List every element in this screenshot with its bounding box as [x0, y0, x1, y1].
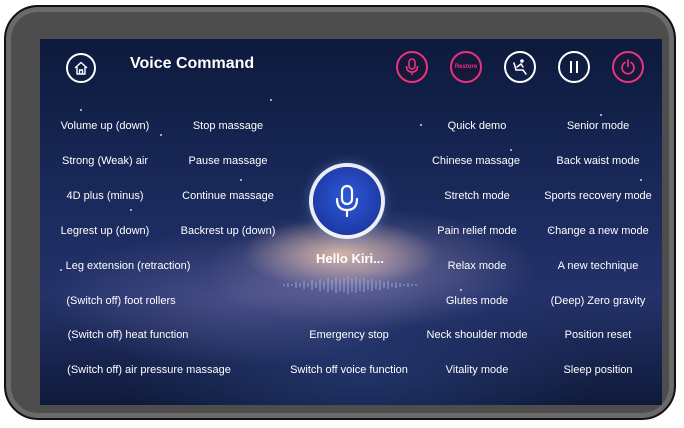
cmd-change-mode: Change a new mode: [547, 225, 649, 237]
cmd-legrest: Legrest up (down): [60, 225, 150, 237]
cmd-back-waist: Back waist mode: [556, 155, 640, 167]
cmd-zero-gravity: (Deep) Zero gravity: [550, 295, 646, 307]
voice-mic-button[interactable]: [313, 167, 381, 235]
cmd-quick-demo: Quick demo: [447, 120, 507, 132]
cmd-backrest: Backrest up (down): [180, 225, 276, 237]
cmd-position-reset: Position reset: [564, 329, 632, 341]
tablet-frame: Voice Command Restore Volume up (down) S…: [4, 5, 676, 420]
pause-icon: [570, 61, 578, 73]
cmd-leg-extension: Leg extension (retraction): [65, 260, 191, 272]
cmd-strong-weak-air: Strong (Weak) air: [62, 155, 148, 167]
cmd-relax: Relax mode: [447, 260, 507, 272]
cmd-sleep-position: Sleep position: [563, 364, 633, 376]
cmd-air-pressure: (Switch off) air pressure massage: [67, 364, 231, 376]
cmd-stretch: Stretch mode: [444, 190, 510, 202]
cmd-continue-massage: Continue massage: [182, 190, 274, 202]
cmd-heat: (Switch off) heat function: [67, 329, 189, 341]
cmd-switch-off-voice: Switch off voice function: [290, 364, 408, 376]
cmd-emergency-stop: Emergency stop: [309, 329, 389, 341]
cmd-new-technique: A new technique: [557, 260, 639, 272]
hello-status-text: Hello Kiri...: [316, 251, 384, 266]
soundwave-icon: [283, 276, 417, 294]
massage-chair-button[interactable]: [504, 51, 536, 83]
cmd-vitality: Vitality mode: [445, 364, 509, 376]
power-icon: [621, 59, 635, 75]
power-button[interactable]: [612, 51, 644, 83]
cmd-glutes: Glutes mode: [445, 295, 509, 307]
cmd-chinese-massage: Chinese massage: [431, 155, 521, 167]
microphone-icon: [335, 184, 359, 218]
cmd-foot-rollers: (Switch off) foot rollers: [66, 295, 176, 307]
cmd-senior-mode: Senior mode: [566, 120, 630, 132]
cmd-4d: 4D plus (minus): [66, 190, 144, 202]
microphone-button[interactable]: [396, 51, 428, 83]
cmd-pause-massage: Pause massage: [188, 155, 268, 167]
page-title: Voice Command: [130, 55, 255, 72]
voice-command-screen: Voice Command Restore Volume up (down) S…: [40, 39, 662, 405]
cmd-stop-massage: Stop massage: [192, 120, 264, 132]
home-icon: [74, 61, 88, 75]
massage-chair-icon: [513, 59, 527, 75]
cmd-pain-relief: Pain relief mode: [437, 225, 517, 237]
microphone-icon: [405, 58, 419, 75]
cmd-volume: Volume up (down): [60, 120, 150, 132]
restore-icon: Restore: [454, 64, 478, 70]
cmd-sports-recovery: Sports recovery mode: [544, 190, 652, 202]
pause-button[interactable]: [558, 51, 590, 83]
restore-button[interactable]: Restore: [450, 51, 482, 83]
cmd-neck-shoulder: Neck shoulder mode: [426, 329, 528, 341]
home-button[interactable]: [66, 53, 96, 83]
